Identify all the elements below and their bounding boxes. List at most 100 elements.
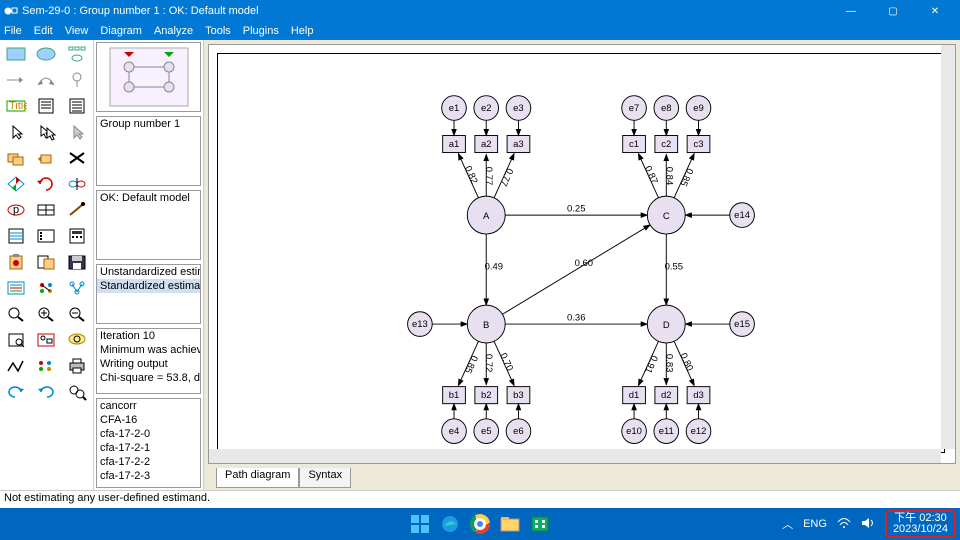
tab-syntax[interactable]: Syntax [299, 468, 351, 488]
svg-text:e9: e9 [693, 103, 704, 114]
start-button[interactable] [409, 513, 431, 535]
tray-volume-icon[interactable] [861, 517, 875, 532]
menu-plugins[interactable]: Plugins [243, 25, 279, 37]
tool-covariance[interactable] [32, 68, 60, 92]
svg-text:e6: e6 [513, 426, 524, 437]
tool-redo[interactable] [32, 380, 60, 404]
canvas-viewport[interactable]: 0.250.490.600.360.550.82a1e10.77a2e20.77… [208, 44, 956, 464]
tool-object-props[interactable] [2, 276, 30, 300]
menu-tools[interactable]: Tools [205, 25, 231, 37]
tool-zoom-out[interactable] [63, 302, 91, 326]
taskbar-chrome-icon[interactable] [469, 513, 491, 535]
tool-select-all[interactable] [32, 120, 60, 144]
tool-move[interactable] [32, 146, 60, 170]
tool-error[interactable] [63, 68, 91, 92]
tool-path[interactable] [2, 68, 30, 92]
model-item[interactable]: OK: Default model [97, 191, 200, 205]
menu-help[interactable]: Help [291, 25, 314, 37]
taskbar-edge-icon[interactable] [439, 513, 461, 535]
tool-blank2[interactable] [32, 406, 60, 430]
tray-lang[interactable]: ENG [803, 518, 827, 530]
tool-title[interactable]: Title [2, 94, 30, 118]
tool-deselect[interactable] [63, 120, 91, 144]
tool-ellipse[interactable] [32, 42, 60, 66]
tray-wifi-icon[interactable] [837, 517, 851, 532]
tool-zoom-in[interactable] [32, 302, 60, 326]
minimize-button[interactable]: ― [830, 0, 872, 22]
svg-text:0.80: 0.80 [677, 351, 695, 372]
menu-view[interactable]: View [65, 25, 89, 37]
file-item[interactable]: cfa-17-2-0 [97, 427, 200, 441]
tool-copy-clip[interactable] [32, 250, 60, 274]
tool-latent-indicator[interactable] [63, 42, 91, 66]
tool-multigroup[interactable] [32, 354, 60, 378]
tool-erase[interactable] [63, 146, 91, 170]
svg-text:0.55: 0.55 [665, 262, 683, 273]
tool-save[interactable] [63, 250, 91, 274]
canvas-area: 0.250.490.600.360.550.82a1e10.77a2e20.77… [204, 40, 960, 490]
models-panel[interactable]: OK: Default model [96, 190, 201, 260]
svg-text:0.87: 0.87 [642, 164, 660, 185]
tool-move-param[interactable]: p [2, 198, 30, 222]
tool-analysis-props[interactable] [32, 224, 60, 248]
menu-file[interactable]: File [4, 25, 22, 37]
file-item[interactable]: cfa-17-2-2 [97, 455, 200, 469]
menu-analyze[interactable]: Analyze [154, 25, 193, 37]
tool-reflect[interactable] [63, 172, 91, 196]
tool-blank3[interactable] [63, 406, 91, 430]
tray-chevron-icon[interactable]: ︿ [782, 516, 793, 532]
tool-rectangle[interactable] [2, 42, 30, 66]
estimates-panel[interactable]: Unstandardized estimates Standardized es… [96, 264, 201, 324]
svg-text:b2: b2 [481, 390, 492, 401]
tool-fit-page[interactable] [32, 328, 60, 352]
tab-path-diagram[interactable]: Path diagram [216, 468, 299, 488]
file-item[interactable]: cancorr [97, 399, 200, 413]
close-button[interactable]: ✕ [914, 0, 956, 22]
svg-text:D: D [663, 320, 670, 331]
files-panel[interactable]: cancorr CFA-16 cfa-17-2-0 cfa-17-2-1 cfa… [96, 398, 201, 488]
tool-print[interactable] [63, 354, 91, 378]
tool-bayes[interactable] [2, 354, 30, 378]
file-item[interactable]: CFA-16 [97, 413, 200, 427]
titlebar: Sem-29-0 : Group number 1 : OK: Default … [0, 0, 960, 22]
tool-zoom-page[interactable] [2, 328, 30, 352]
taskbar-app-icon[interactable] [529, 513, 551, 535]
tool-drag-props[interactable] [32, 276, 60, 300]
menu-diagram[interactable]: Diagram [100, 25, 142, 37]
tool-list-vars[interactable] [32, 94, 60, 118]
tool-scroll[interactable] [32, 198, 60, 222]
output-log[interactable]: Iteration 10 Minimum was achiev Writing … [96, 328, 201, 394]
file-item[interactable]: cfa-17-2-1 [97, 441, 200, 455]
horizontal-scrollbar[interactable] [209, 449, 941, 463]
file-item[interactable]: cfa-17-2-3 [97, 469, 200, 483]
tool-calculate[interactable] [63, 224, 91, 248]
svg-text:b1: b1 [449, 390, 460, 401]
tool-rotate[interactable] [32, 172, 60, 196]
estimates-std[interactable]: Standardized estimates [97, 279, 200, 293]
groups-panel[interactable]: Group number 1 [96, 116, 201, 186]
maximize-button[interactable]: ▢ [872, 0, 914, 22]
svg-text:e12: e12 [691, 426, 707, 437]
tool-duplicate[interactable] [2, 146, 30, 170]
tool-blank1[interactable] [2, 406, 30, 430]
path-diagram[interactable]: 0.250.490.600.360.550.82a1e10.77a2e20.77… [217, 53, 945, 453]
tool-zoom-select[interactable] [2, 302, 30, 326]
tool-spec-search[interactable] [63, 380, 91, 404]
tool-list-vars2[interactable] [63, 94, 91, 118]
tool-undo[interactable] [2, 380, 30, 404]
estimates-unstd[interactable]: Unstandardized estimates [97, 265, 200, 279]
tool-data-file[interactable] [2, 224, 30, 248]
tool-clipboard[interactable] [2, 250, 30, 274]
tool-shape-change[interactable] [2, 172, 30, 196]
tool-preserve-sym[interactable] [63, 276, 91, 300]
group-item[interactable]: Group number 1 [97, 117, 200, 131]
svg-text:Title: Title [9, 100, 27, 112]
tool-loupe[interactable] [63, 328, 91, 352]
tool-select-one[interactable] [2, 120, 30, 144]
model-thumbnail[interactable] [96, 42, 201, 112]
vertical-scrollbar[interactable] [941, 45, 955, 449]
tray-clock[interactable]: 下午 02:30 2023/10/24 [885, 510, 956, 538]
menu-edit[interactable]: Edit [34, 25, 53, 37]
taskbar-explorer-icon[interactable] [499, 513, 521, 535]
tool-touch-up[interactable] [63, 198, 91, 222]
